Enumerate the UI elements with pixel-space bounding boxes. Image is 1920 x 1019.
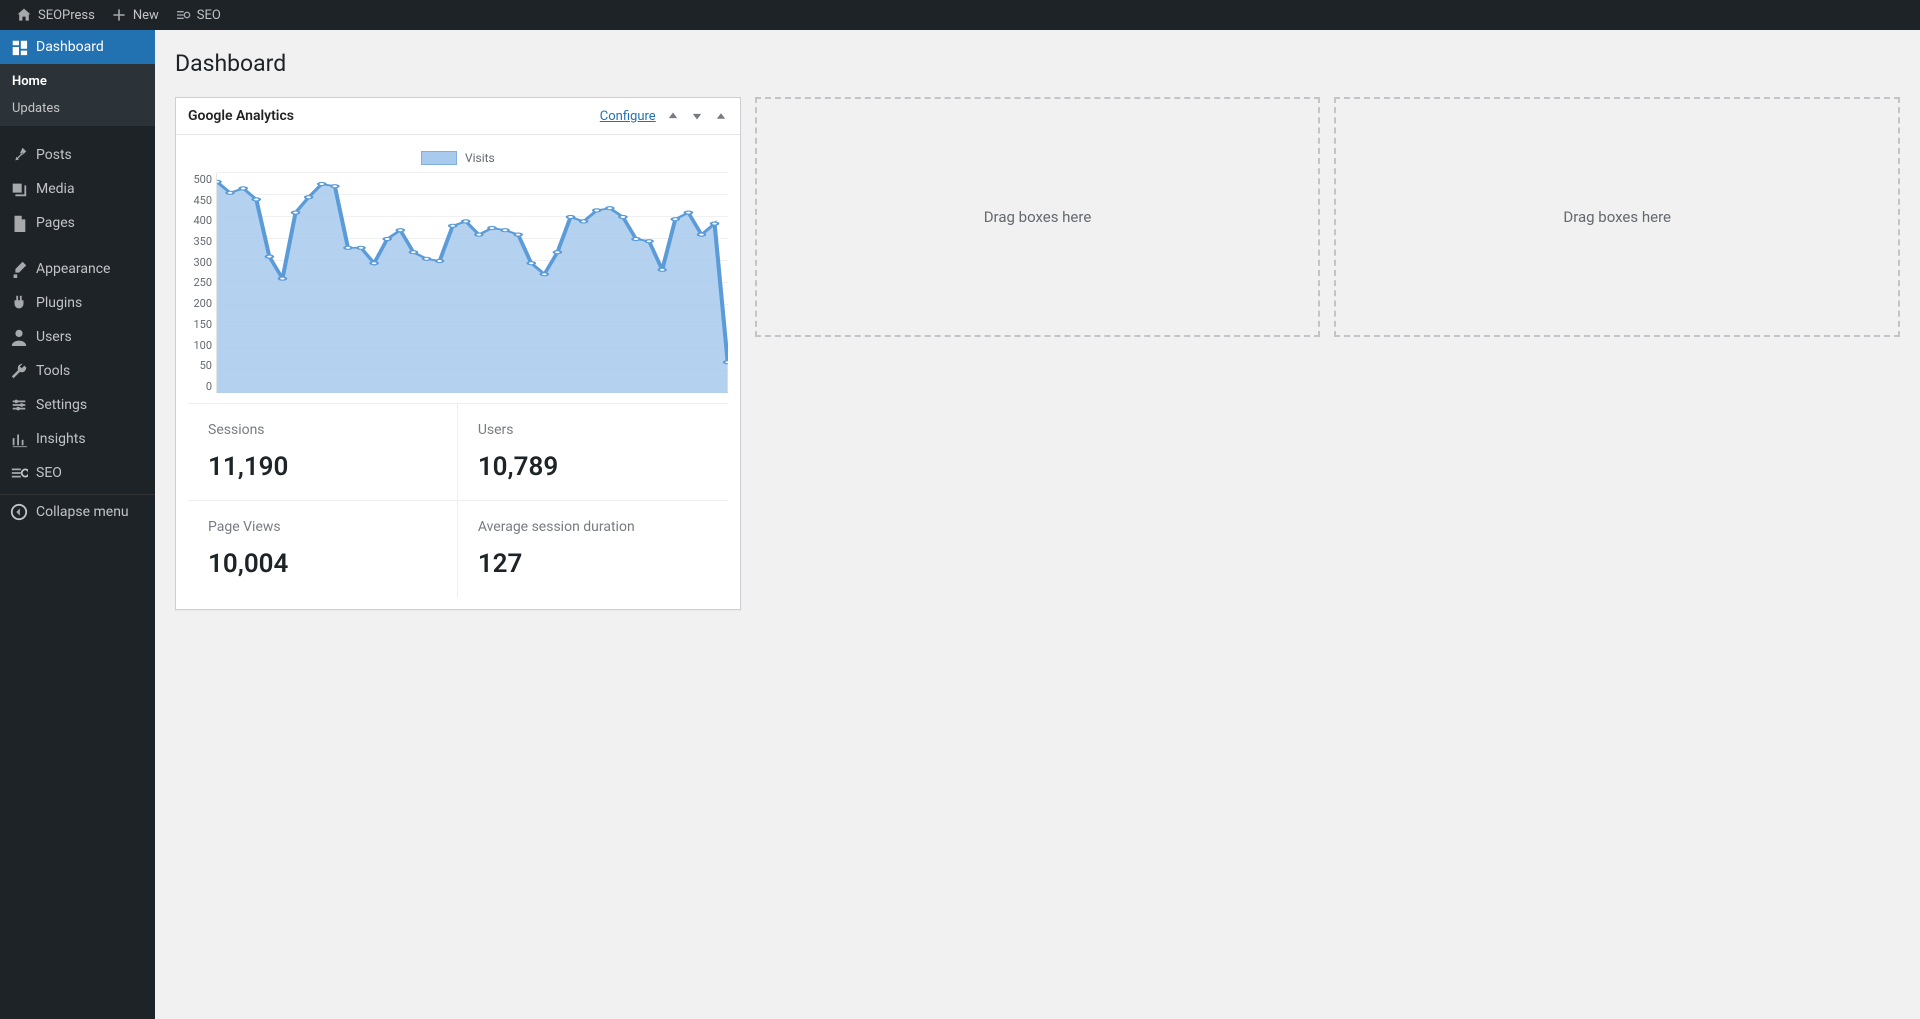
wrench-icon (10, 362, 28, 380)
stat-value: 11,190 (208, 452, 437, 482)
stat-label: Users (478, 422, 708, 438)
stat-card: Users 10,789 (458, 404, 728, 501)
stat-value: 127 (478, 549, 708, 579)
sidebar-subitem-updates[interactable]: Updates (0, 95, 155, 122)
collapse-menu-button[interactable]: Collapse menu (0, 494, 155, 529)
y-tick: 100 (188, 339, 212, 352)
y-tick: 200 (188, 297, 212, 310)
y-tick: 150 (188, 318, 212, 331)
adminbar-site-label: SEOPress (38, 8, 95, 23)
stat-label: Page Views (208, 519, 437, 535)
drop-zone-label: Drag boxes here (1563, 208, 1671, 226)
dashboard-column-3: Drag boxes here (1334, 97, 1900, 337)
move-down-button[interactable] (690, 109, 704, 123)
admin-bar: SEOPress New SEO (0, 0, 1920, 30)
stat-card: Sessions 11,190 (188, 404, 458, 501)
y-tick: 350 (188, 235, 212, 248)
adminbar-site[interactable]: SEOPress (8, 0, 103, 30)
pin-icon (10, 146, 28, 164)
sidebar-subitem-home[interactable]: Home (0, 68, 155, 95)
chart-legend: Visits (188, 151, 728, 165)
sidebar-item-posts[interactable]: Posts (0, 138, 155, 172)
y-tick: 500 (188, 173, 212, 186)
stat-card: Page Views 10,004 (188, 501, 458, 597)
plug-icon (10, 294, 28, 312)
y-tick: 250 (188, 276, 212, 289)
user-icon (10, 328, 28, 346)
dashboard-column-1: Google Analytics Configure Visits 50045 (175, 97, 741, 610)
sidebar-item-plugins[interactable]: Plugins (0, 286, 155, 320)
drop-zone-label: Drag boxes here (984, 208, 1092, 226)
adminbar-seo-label: SEO (197, 8, 221, 23)
brush-icon (10, 260, 28, 278)
stat-card: Average session duration 127 (458, 501, 728, 597)
chart-plot-area (216, 173, 728, 393)
sidebar-item-label: SEO (36, 465, 62, 481)
sidebar-item-label: Dashboard (36, 39, 104, 55)
plus-icon (111, 7, 127, 23)
sidebar-item-label: Posts (36, 147, 72, 163)
legend-label: Visits (465, 151, 495, 165)
sidebar-item-seo[interactable]: SEO (0, 456, 155, 490)
y-tick: 0 (188, 380, 212, 393)
drop-zone[interactable]: Drag boxes here (755, 97, 1321, 337)
dashboard-icon (10, 38, 28, 56)
sidebar-item-label: Pages (36, 215, 75, 231)
admin-sidebar: Dashboard HomeUpdates Posts Media Pages Appea… (0, 30, 155, 1019)
seo-icon (175, 7, 191, 23)
stat-value: 10,789 (478, 452, 708, 482)
sidebar-item-appearance[interactable]: Appearance (0, 252, 155, 286)
chart-series (217, 173, 728, 393)
stat-label: Average session duration (478, 519, 708, 535)
visits-chart: 500450400350300250200150100500 (188, 173, 728, 393)
sidebar-item-label: Tools (36, 363, 70, 379)
seo-icon (10, 464, 28, 482)
chart-icon (10, 430, 28, 448)
sidebar-item-label: Insights (36, 431, 86, 447)
sidebar-item-insights[interactable]: Insights (0, 422, 155, 456)
sidebar-item-settings[interactable]: Settings (0, 388, 155, 422)
chart-y-axis: 500450400350300250200150100500 (188, 173, 216, 393)
home-icon (16, 7, 32, 23)
sidebar-item-label: Plugins (36, 295, 82, 311)
sidebar-item-pages[interactable]: Pages (0, 206, 155, 240)
adminbar-new-label: New (133, 8, 159, 23)
stat-label: Sessions (208, 422, 437, 438)
drop-zone[interactable]: Drag boxes here (1334, 97, 1900, 337)
sidebar-item-label: Appearance (36, 261, 110, 277)
collapse-icon (10, 503, 28, 521)
toggle-widget-button[interactable] (714, 109, 728, 123)
y-tick: 300 (188, 256, 212, 269)
move-up-button[interactable] (666, 109, 680, 123)
sliders-icon (10, 396, 28, 414)
dashboard-column-2: Drag boxes here (755, 97, 1321, 337)
page-title: Dashboard (175, 50, 1900, 77)
page-icon (10, 214, 28, 232)
widget-title: Google Analytics (188, 108, 294, 124)
y-tick: 400 (188, 214, 212, 227)
sidebar-item-dashboard[interactable]: Dashboard (0, 30, 155, 64)
sidebar-item-users[interactable]: Users (0, 320, 155, 354)
widget-header: Google Analytics Configure (176, 98, 740, 135)
y-tick: 50 (188, 359, 212, 372)
y-tick: 450 (188, 194, 212, 207)
stat-value: 10,004 (208, 549, 437, 579)
adminbar-seo[interactable]: SEO (167, 0, 229, 30)
adminbar-new[interactable]: New (103, 0, 167, 30)
sidebar-item-tools[interactable]: Tools (0, 354, 155, 388)
media-icon (10, 180, 28, 198)
configure-link[interactable]: Configure (600, 109, 656, 124)
sidebar-item-label: Settings (36, 397, 87, 413)
collapse-label: Collapse menu (36, 504, 129, 520)
legend-swatch (421, 151, 457, 165)
sidebar-item-label: Media (36, 181, 75, 197)
google-analytics-widget: Google Analytics Configure Visits 50045 (175, 97, 741, 610)
sidebar-item-media[interactable]: Media (0, 172, 155, 206)
content-area: Dashboard Google Analytics Configure (155, 30, 1920, 650)
sidebar-item-label: Users (36, 329, 72, 345)
stats-grid: Sessions 11,190 Users 10,789 Page Views 10,00… (188, 403, 728, 597)
